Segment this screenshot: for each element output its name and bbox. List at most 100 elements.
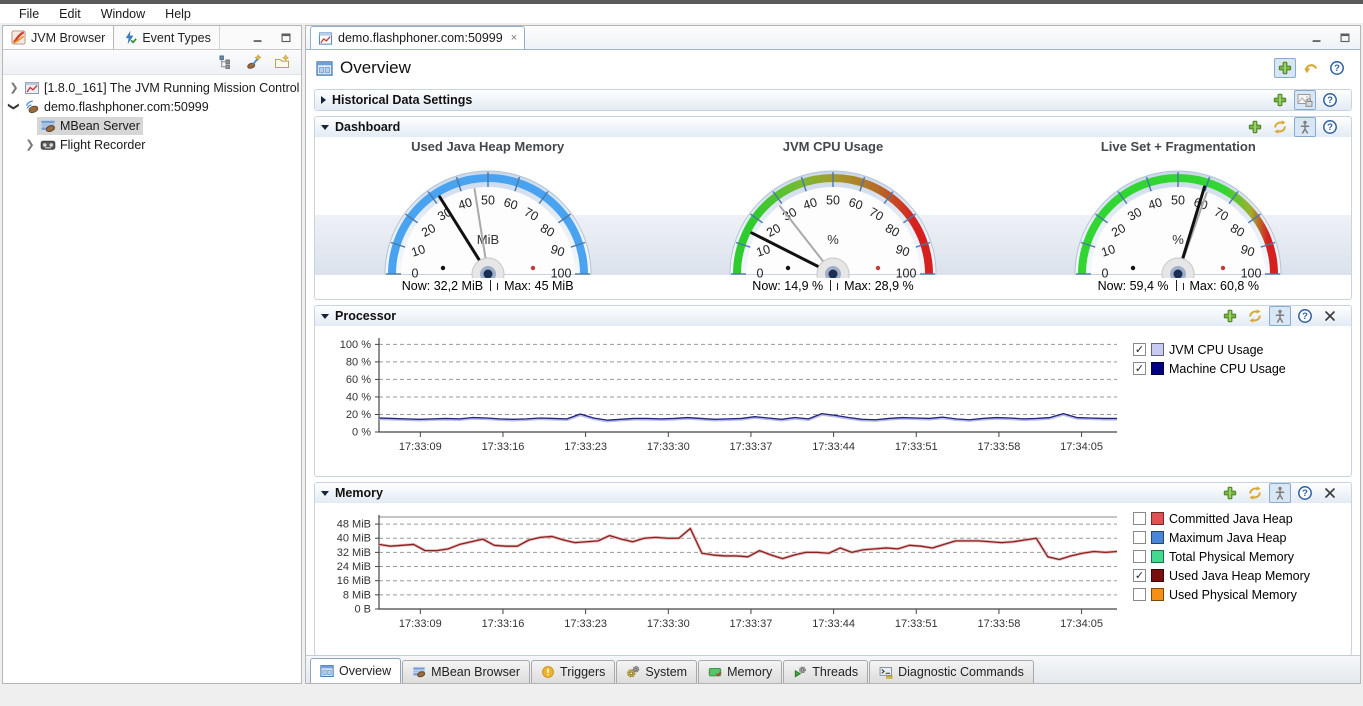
expander-collapsed-icon[interactable]: ❯ [7,81,21,94]
add-icon[interactable] [1219,306,1241,326]
help-icon[interactable]: ? [1294,483,1316,503]
tree-item-label: [1.8.0_161] The JVM Running Mission Cont… [44,81,299,95]
section-header-processor[interactable]: Processor ? [315,306,1351,326]
section-header-memory[interactable]: Memory ? [315,483,1351,503]
menu-edit[interactable]: Edit [49,4,91,23]
accessibility-icon[interactable] [1269,306,1291,326]
svg-text:100: 100 [1241,266,1262,278]
page-tab-system[interactable]: System [616,660,697,683]
jvm-browser-panel: JVM BrowserEvent Types ❯ [1.8.0_161] The … [2,25,302,684]
snapshot-icon[interactable] [1294,90,1316,110]
svg-text:MiB: MiB [476,232,498,247]
jvm-icon [24,80,40,96]
menu-file[interactable]: File [9,4,49,23]
checkbox[interactable]: ✓ [1133,362,1146,375]
help-icon[interactable]: ? [1319,90,1341,110]
svg-text:?: ? [1327,122,1333,133]
new-connection-icon[interactable] [243,52,265,72]
menu-help[interactable]: Help [155,4,201,23]
page-tab-overview[interactable]: Overview [310,658,401,683]
checkbox[interactable] [1133,512,1146,525]
minimize-icon[interactable] [1306,28,1328,48]
system-icon [626,665,640,679]
svg-text:?: ? [1302,488,1308,499]
refresh-icon[interactable] [1269,117,1291,137]
tab-jvm-browser[interactable]: JVM Browser [3,26,114,49]
svg-text:17:33:23: 17:33:23 [564,441,607,453]
svg-text:17:33:09: 17:33:09 [399,441,442,453]
page-tab-mbean-browser[interactable]: MBean Browser [402,660,530,683]
legend-item-machine-cpu-usage: ✓Machine CPU Usage [1133,359,1360,378]
legend-item-committed-java-heap: Committed Java Heap [1133,509,1360,528]
collapse-arrow-icon[interactable] [321,314,329,319]
page-title: Overview [340,58,411,78]
help-icon[interactable]: ? [1319,117,1341,137]
accessibility-icon[interactable] [1269,483,1291,503]
menu-window[interactable]: Window [91,4,155,23]
page-tab-threads[interactable]: Threads [783,660,868,683]
page-tab-triggers[interactable]: Triggers [531,660,615,683]
processor-chart: 0 %20 %40 %60 %80 %100 %17:33:0917:33:16… [323,336,1123,460]
page-tab-diagnostic-commands[interactable]: Diagnostic Commands [869,660,1034,683]
legend-swatch [1151,512,1164,525]
processor-chart-body: 0 %20 %40 %60 %80 %100 %17:33:0917:33:16… [315,326,1351,476]
section-header-dashboard[interactable]: Dashboard ? [315,117,1351,137]
svg-text:?: ? [1327,95,1333,106]
svg-text:32 MiB: 32 MiB [337,547,371,559]
refresh-icon[interactable] [1244,306,1266,326]
expand-arrow-icon[interactable] [321,96,326,104]
page-title-row: Overview ? [306,50,1360,84]
connection-icon [24,99,40,115]
svg-text:0 B: 0 B [354,604,371,616]
checkbox[interactable]: ✓ [1133,569,1146,582]
help-icon[interactable]: ? [1294,306,1316,326]
svg-text:17:33:16: 17:33:16 [482,441,525,453]
checkbox[interactable] [1133,550,1146,563]
legend-item-maximum-java-heap: Maximum Java Heap [1133,528,1360,547]
svg-text:48 MiB: 48 MiB [337,519,371,531]
add-icon[interactable] [1269,90,1291,110]
legend-item-used-java-heap-memory: ✓Used Java Heap Memory [1133,566,1360,585]
tree-item-demo-flashphoner-com-50999[interactable]: ❯demo.flashphoner.com:50999 [3,97,301,116]
svg-text:50: 50 [826,193,840,207]
svg-text:24 MiB: 24 MiB [337,561,371,573]
overview-page: Overview ? Historical Data Settings ? Da… [306,50,1360,656]
tree-layout-icon[interactable] [215,52,237,72]
editor-tab[interactable]: demo.flashphoner.com:50999 × [310,26,525,49]
tree-item-mbean-server[interactable]: MBean Server [3,116,301,135]
expander-collapsed-icon[interactable]: ❯ [23,138,37,151]
editor-page-tabs: OverviewMBean BrowserTriggersSystemMemor… [306,655,1360,683]
tab-event-types[interactable]: Event Types [114,26,220,49]
gauge-title: Live Set + Fragmentation [1018,139,1338,156]
refresh-icon[interactable] [1244,483,1266,503]
checkbox[interactable] [1133,531,1146,544]
tree-item-flight-recorder[interactable]: ❯Flight Recorder [3,135,301,154]
tree-item--1-8-0-161-the-jvm-running-mis[interactable]: ❯ [1.8.0_161] The JVM Running Mission Con… [3,78,301,97]
checkbox[interactable] [1133,588,1146,601]
maximize-icon[interactable] [1334,28,1356,48]
minimize-icon[interactable] [247,28,269,48]
reset-icon[interactable] [1300,58,1322,78]
collapse-arrow-icon[interactable] [321,491,329,496]
section-header-historical[interactable]: Historical Data Settings ? [315,90,1351,110]
close-tab-icon[interactable]: × [511,32,517,44]
section-title: Historical Data Settings [332,93,472,107]
svg-text:17:33:37: 17:33:37 [730,618,773,630]
add-icon[interactable] [1244,117,1266,137]
collapse-arrow-icon[interactable] [321,125,329,130]
memory-chart: 0 B8 MiB16 MiB24 MiB32 MiB40 MiB48 MiB17… [323,513,1123,637]
expander-expanded-icon[interactable]: ❯ [8,100,21,114]
new-folder-icon[interactable] [271,52,293,72]
svg-text:60 %: 60 % [346,374,371,386]
maximize-icon[interactable] [275,28,297,48]
legend-label: Used Physical Memory [1169,588,1297,602]
accessibility-icon[interactable] [1294,117,1316,137]
legend-swatch [1151,550,1164,563]
add-icon[interactable] [1274,58,1296,78]
add-icon[interactable] [1219,483,1241,503]
page-tab-memory[interactable]: Memory [698,660,782,683]
close-icon[interactable] [1319,306,1341,326]
checkbox[interactable]: ✓ [1133,343,1146,356]
close-icon[interactable] [1319,483,1341,503]
help-icon[interactable]: ? [1326,58,1348,78]
